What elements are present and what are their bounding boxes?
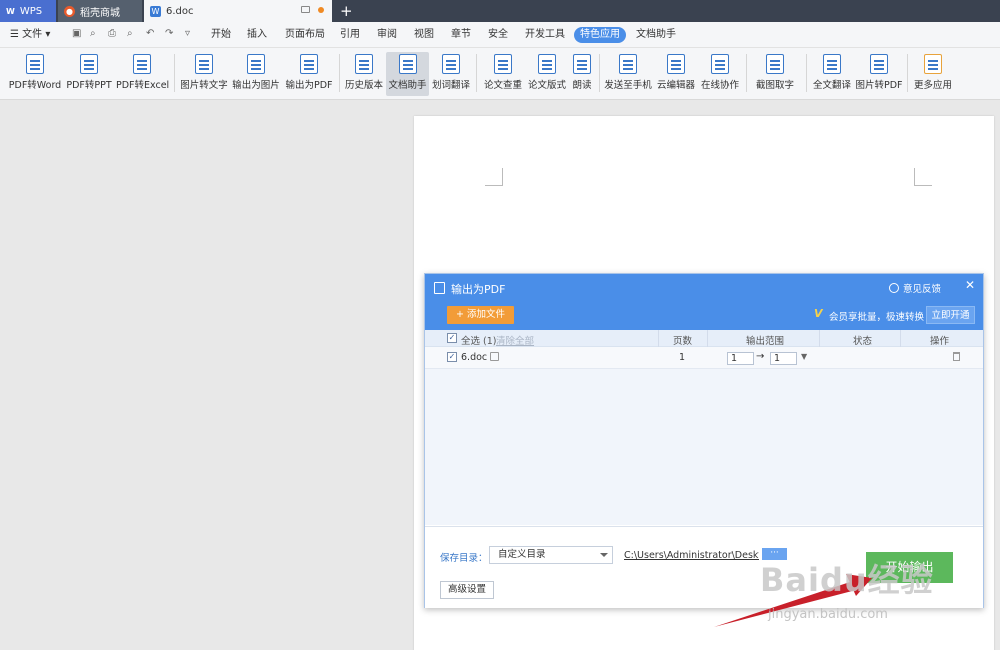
annotation-arrow-icon — [714, 574, 872, 627]
baidu-watermark: Baidu经验 — [760, 561, 934, 599]
baidu-watermark-url: jingyan.baidu.com — [768, 607, 888, 622]
